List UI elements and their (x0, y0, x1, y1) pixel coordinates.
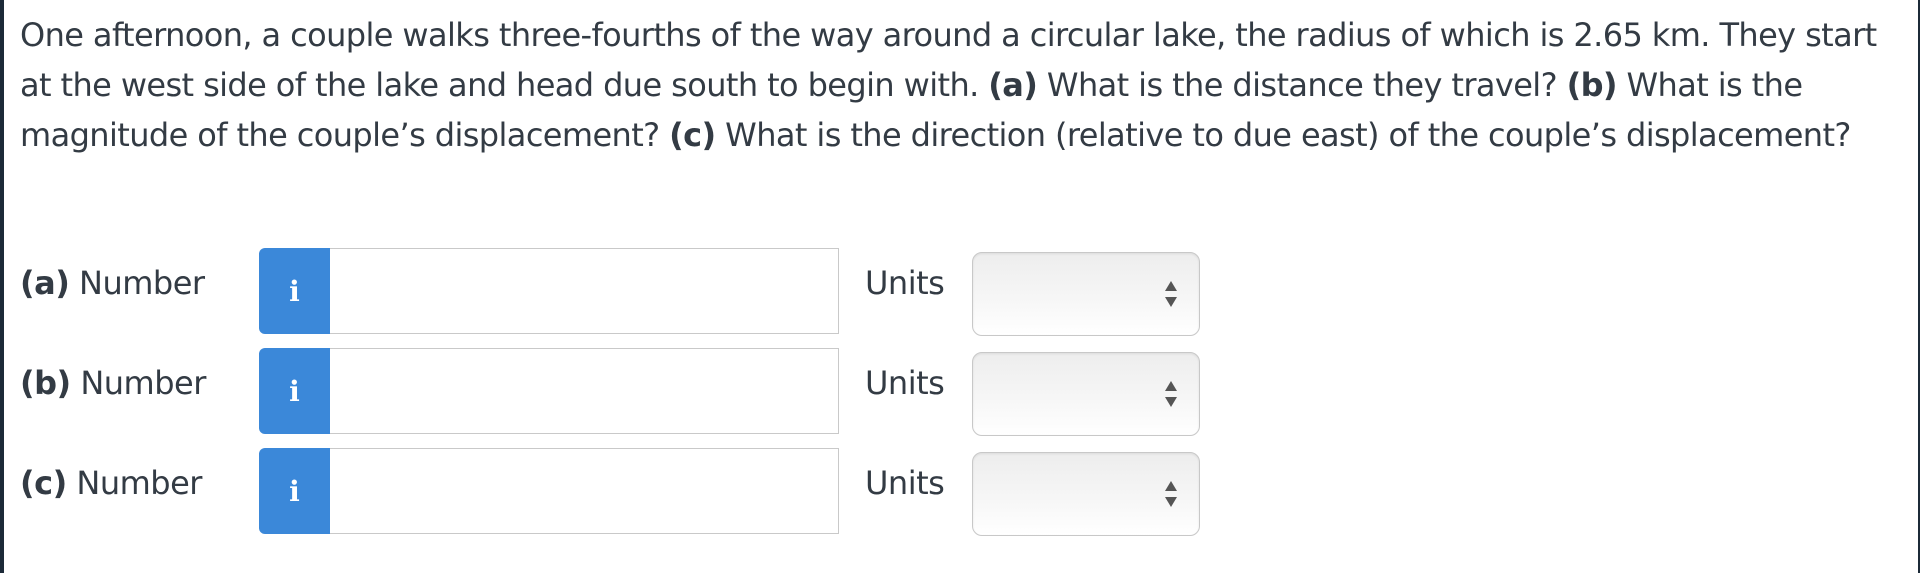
part-c-marker: (c) (669, 116, 716, 154)
units-label-b: Units (865, 364, 945, 402)
answer-label-b: (b) Number (20, 364, 206, 402)
window-frame-left (0, 0, 4, 573)
part-a-question: What is the distance they travel? (1046, 66, 1558, 104)
part-marker: (b) (20, 364, 71, 402)
part-marker: (a) (20, 264, 70, 302)
units-select-b[interactable] (972, 352, 1200, 436)
info-icon[interactable]: i (259, 348, 330, 434)
number-label: Number (80, 364, 206, 402)
number-input-b[interactable] (330, 348, 839, 434)
units-select-c[interactable] (972, 452, 1200, 536)
units-label-c: Units (865, 464, 945, 502)
select-arrows-icon (1165, 281, 1177, 307)
select-arrows-icon (1165, 481, 1177, 507)
answer-label-a: (a) Number (20, 264, 205, 302)
number-label: Number (76, 464, 202, 502)
answer-label-c: (c) Number (20, 464, 202, 502)
part-c-question: What is the direction (relative to due e… (725, 116, 1851, 154)
number-input-c[interactable] (330, 448, 839, 534)
part-a-marker: (a) (988, 66, 1038, 104)
number-input-a[interactable] (330, 248, 839, 334)
select-arrows-icon (1165, 381, 1177, 407)
number-label: Number (79, 264, 205, 302)
info-icon[interactable]: i (259, 448, 330, 534)
part-b-marker: (b) (1566, 66, 1618, 104)
part-marker: (c) (20, 464, 67, 502)
units-select-a[interactable] (972, 252, 1200, 336)
units-label-a: Units (865, 264, 945, 302)
info-icon[interactable]: i (259, 248, 330, 334)
question-text: One afternoon, a couple walks three-four… (20, 10, 1900, 160)
